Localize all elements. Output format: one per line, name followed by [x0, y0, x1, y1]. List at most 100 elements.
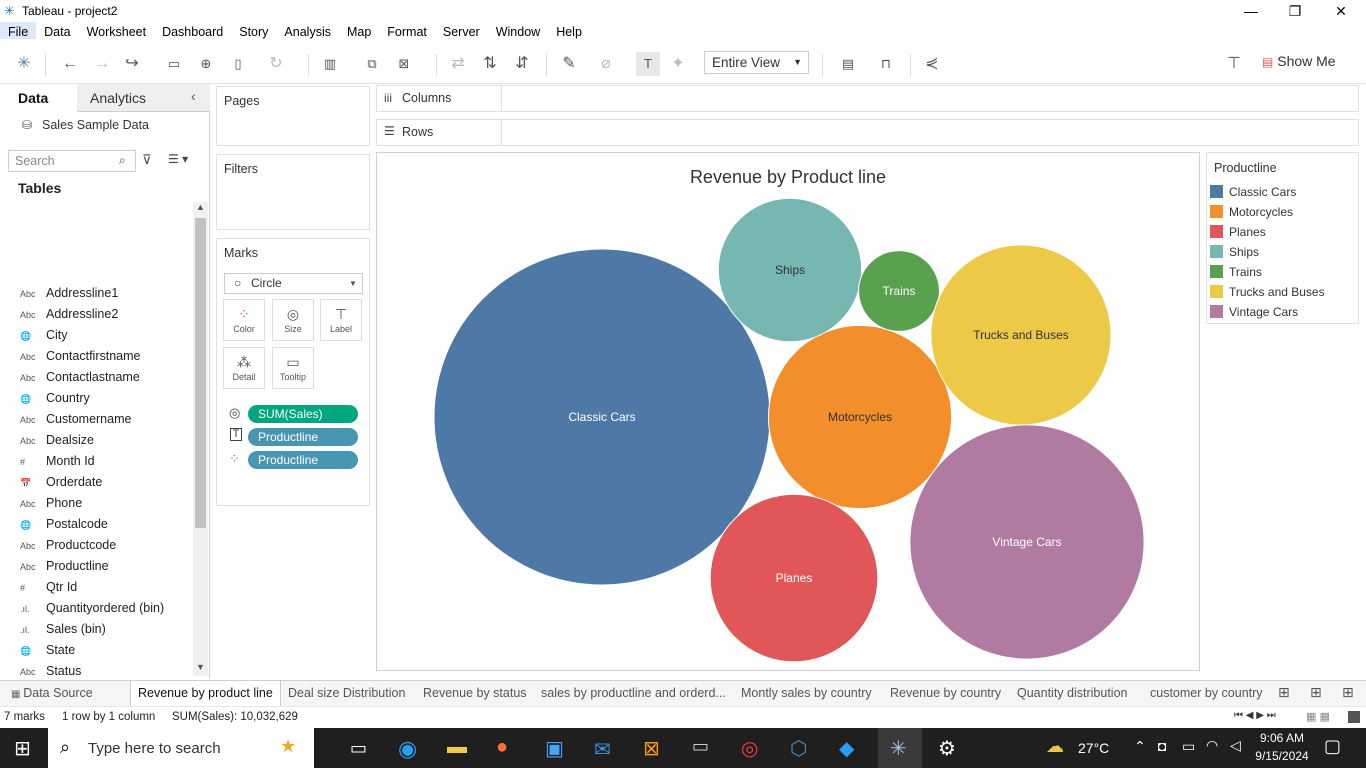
legend-item[interactable]: Ships: [1210, 245, 1259, 259]
menu-format[interactable]: Format: [379, 22, 435, 39]
replay-icon[interactable]: ↪: [120, 52, 144, 76]
mail-icon[interactable]: ✉: [594, 737, 611, 762]
chevron-up-icon[interactable]: ⌃: [1134, 738, 1146, 755]
menu-worksheet[interactable]: Worksheet: [79, 22, 155, 39]
legend-item[interactable]: Trains: [1210, 265, 1262, 279]
menu-dashboard[interactable]: Dashboard: [154, 22, 231, 39]
taskbar-search[interactable]: ⌕ Type here to search ★: [48, 728, 314, 768]
taskbar-search-input[interactable]: Type here to search: [88, 740, 221, 757]
windows-start-icon[interactable]: ⊞: [14, 736, 31, 761]
clock-time[interactable]: 9:06 AM: [1256, 731, 1308, 745]
maximize-button[interactable]: ❐: [1272, 0, 1318, 22]
close-button[interactable]: ✕: [1318, 0, 1364, 22]
python-icon[interactable]: ⬡: [790, 736, 807, 761]
group-members-icon[interactable]: ⌀: [594, 52, 618, 76]
scroll-down-icon[interactable]: ▼: [196, 662, 205, 672]
legend-item[interactable]: Trucks and Buses: [1210, 285, 1325, 299]
menu-file[interactable]: File: [0, 22, 37, 39]
minimize-button[interactable]: —: [1228, 0, 1274, 22]
menu-help[interactable]: Help: [548, 22, 590, 39]
swap-icon[interactable]: ⇄: [446, 52, 470, 76]
menu-map[interactable]: Map: [339, 22, 379, 39]
field-list-scrollbar[interactable]: ▲ ▼: [193, 202, 208, 676]
task-view-icon[interactable]: ▭: [350, 738, 367, 759]
menu-window[interactable]: Window: [488, 22, 548, 39]
tab-analytics[interactable]: Analytics ‹: [77, 84, 210, 112]
tab-data[interactable]: Data: [0, 84, 77, 112]
battery-icon[interactable]: ▭: [1182, 738, 1195, 755]
pill-sum-sales[interactable]: SUM(Sales): [248, 405, 358, 423]
field-item[interactable]: # Month Id: [20, 454, 95, 468]
scrollbar-thumb[interactable]: [195, 218, 206, 528]
store-icon[interactable]: ▣: [545, 736, 564, 761]
size-button[interactable]: ◎ Size: [272, 299, 314, 341]
wifi-icon[interactable]: ◠: [1206, 737, 1218, 754]
firefox-icon[interactable]: ●: [496, 736, 508, 759]
label-button[interactable]: ⊤ Label: [320, 299, 362, 341]
fix-axes-icon[interactable]: ✦: [666, 52, 690, 76]
redo-icon[interactable]: →: [90, 52, 114, 76]
field-item[interactable]: Abc Contactlastname: [20, 370, 140, 384]
settings-icon[interactable]: ⚙: [938, 736, 956, 761]
menu-analysis[interactable]: Analysis: [276, 22, 339, 39]
chrome-icon[interactable]: ◎: [741, 736, 758, 761]
tab-montly-sales-by-country[interactable]: Montly sales by country: [734, 681, 879, 706]
undo-icon[interactable]: ←: [58, 52, 82, 76]
field-item[interactable]: Abc Customername: [20, 412, 131, 426]
tab-quantity-distribution[interactable]: Quantity distribution: [1010, 681, 1134, 706]
edge-icon[interactable]: ◉: [398, 736, 417, 762]
refresh-icon[interactable]: ↻: [264, 52, 288, 76]
tab-data-source[interactable]: ▦ Data Source: [4, 681, 100, 706]
field-item[interactable]: 📅 Orderdate: [20, 475, 102, 489]
field-item[interactable]: Abc Phone: [20, 496, 82, 510]
legend-item[interactable]: Classic Cars: [1210, 185, 1296, 199]
tooltip-button[interactable]: ▭ Tooltip: [272, 347, 314, 389]
menu-server[interactable]: Server: [435, 22, 488, 39]
show-mark-labels-icon[interactable]: T: [636, 52, 660, 76]
new-worksheet-icon[interactable]: ⊞: [1278, 684, 1290, 701]
clock-date[interactable]: 9/15/2024: [1252, 749, 1312, 763]
legend-item[interactable]: Vintage Cars: [1210, 305, 1298, 319]
field-item[interactable]: .ıl. Quantityordered (bin): [20, 601, 164, 615]
search-input[interactable]: Search: [15, 154, 55, 168]
share-icon[interactable]: ⋞: [920, 52, 944, 76]
columns-shelf[interactable]: iii Columns: [376, 85, 1359, 112]
tab-sales-by-productline[interactable]: sales by productline and orderd...: [534, 681, 733, 706]
tableau-taskbar-button[interactable]: ✳: [878, 728, 922, 768]
menu-data[interactable]: Data: [36, 22, 78, 39]
field-item[interactable]: 🌐 Country: [20, 391, 90, 405]
menu-story[interactable]: Story: [231, 22, 276, 39]
sheet-navigation-icon[interactable]: ⏮ ◀ ▶ ⏭: [1234, 710, 1276, 721]
field-item[interactable]: .ıl. Sales (bin): [20, 622, 106, 636]
sort-ascending-icon[interactable]: ⇅: [478, 52, 502, 76]
field-item[interactable]: Abc Addressline2: [20, 307, 118, 321]
sort-descending-icon[interactable]: ⇵: [510, 52, 534, 76]
duplicate-sheet-icon[interactable]: ⧉: [360, 52, 384, 76]
tab-revenue-by-product-line[interactable]: Revenue by product line: [130, 681, 281, 706]
rows-shelf[interactable]: ☰ Rows: [376, 119, 1359, 146]
terminal-icon[interactable]: ▭: [692, 736, 709, 757]
field-item[interactable]: # Qtr Id: [20, 580, 77, 594]
presentation-mode-icon[interactable]: ⊓: [874, 52, 898, 76]
save-icon[interactable]: ▭: [162, 52, 186, 76]
vscode-icon[interactable]: ◆: [839, 736, 854, 761]
collapse-pane-icon[interactable]: ‹: [191, 88, 196, 104]
clear-sheet-icon[interactable]: ⊠: [392, 52, 416, 76]
field-item[interactable]: Abc Contactfirstname: [20, 349, 140, 363]
field-item[interactable]: 🌐 State: [20, 643, 75, 657]
new-story-icon[interactable]: ⊞: [1342, 684, 1354, 701]
field-item[interactable]: Abc Dealsize: [20, 433, 94, 447]
legend-item[interactable]: Planes: [1210, 225, 1266, 239]
new-worksheet-icon[interactable]: ▥: [318, 52, 342, 76]
pill-productline-color[interactable]: Productline: [248, 451, 358, 469]
field-item[interactable]: Abc Productline: [20, 559, 109, 573]
show-cards-icon[interactable]: ▤: [836, 52, 860, 76]
view-options-icon[interactable]: ☰ ▾: [168, 152, 188, 166]
notifications-icon[interactable]: ▢: [1324, 736, 1341, 757]
fit-view-select[interactable]: Entire View ▼: [704, 51, 809, 74]
tab-customer-by-country[interactable]: customer by country: [1143, 681, 1270, 706]
scroll-up-icon[interactable]: ▲: [196, 202, 205, 212]
show-me-button[interactable]: ▤ Show Me: [1262, 53, 1336, 75]
tab-deal-size-distribution[interactable]: Deal size Distribution: [281, 681, 412, 706]
detail-button[interactable]: ⁂ Detail: [223, 347, 265, 389]
